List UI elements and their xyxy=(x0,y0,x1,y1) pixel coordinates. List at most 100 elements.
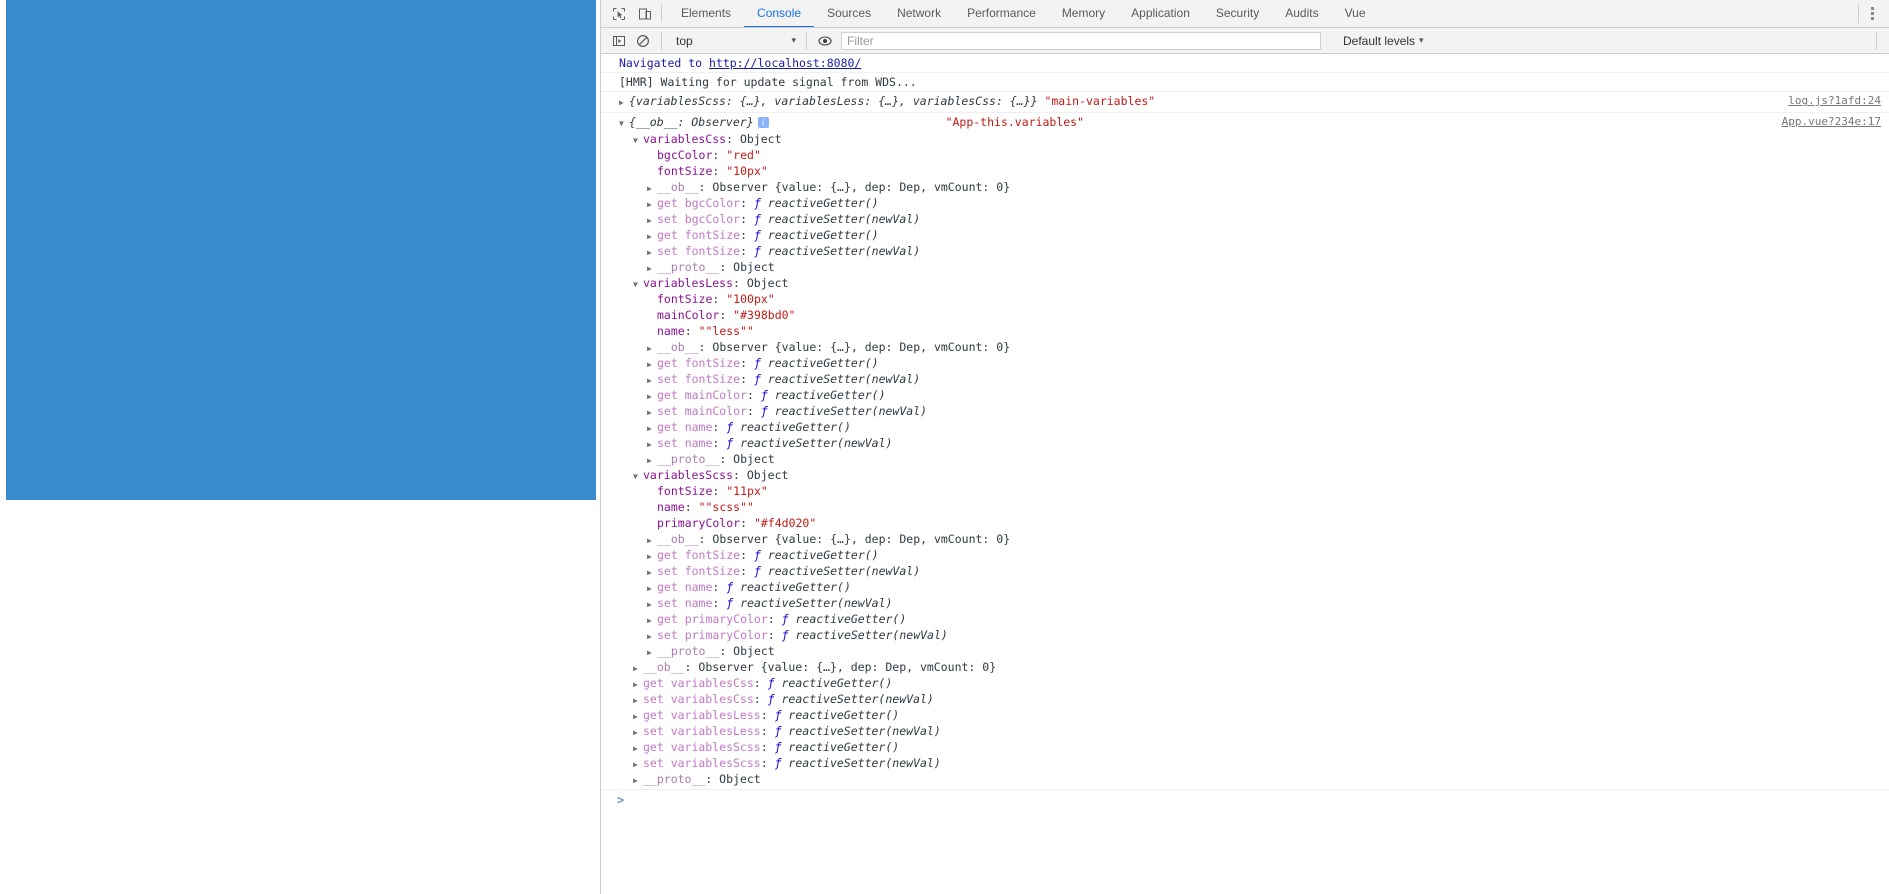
tab-sources[interactable]: Sources xyxy=(814,0,884,27)
tree-row[interactable]: ▶ get bgcColor: ƒ reactiveGetter() xyxy=(619,196,1889,212)
source-link[interactable]: App.vue?234e:17 xyxy=(1782,114,1889,130)
tree-row[interactable]: ▶ set variablesLess: ƒ reactiveSetter(new… xyxy=(619,724,1889,740)
expand-triangle-icon[interactable]: ▶ xyxy=(647,549,657,564)
tree-row[interactable]: ▶primaryColor: "#f4d020" xyxy=(619,516,1889,532)
expand-triangle-icon[interactable]: ▶ xyxy=(647,245,657,260)
expand-triangle-icon[interactable]: ▶ xyxy=(647,357,657,372)
tree-row[interactable]: ▶ set bgcColor: ƒ reactiveSetter(newVal) xyxy=(619,212,1889,228)
tab-console[interactable]: Console xyxy=(744,0,815,27)
expand-triangle-icon[interactable]: ▶ xyxy=(647,213,657,228)
tab-vue[interactable]: Vue xyxy=(1332,0,1379,27)
info-icon[interactable]: i xyxy=(757,117,769,128)
expand-triangle-icon[interactable]: ▶ xyxy=(647,597,657,612)
expand-triangle-icon[interactable]: ▶ xyxy=(633,757,643,772)
object-preview[interactable]: {__ob__: Observer} xyxy=(629,115,754,129)
collapse-triangle-icon[interactable]: ▼ xyxy=(619,116,629,132)
expand-triangle-icon[interactable]: ▶ xyxy=(647,645,657,660)
expand-triangle-icon[interactable]: ▶ xyxy=(619,95,629,111)
tree-row[interactable]: ▶fontSize: "10px" xyxy=(619,164,1889,180)
more-options-icon[interactable] xyxy=(1861,1,1883,27)
tree-row[interactable]: ▶ set variablesCss: ƒ reactiveSetter(newV… xyxy=(619,692,1889,708)
expand-triangle-icon[interactable]: ▶ xyxy=(647,533,657,548)
tab-security[interactable]: Security xyxy=(1203,0,1272,27)
tree-row[interactable]: ▼ variablesCss: Object xyxy=(619,132,1889,148)
tree-row[interactable]: ▶name: ""scss"" xyxy=(619,500,1889,516)
expand-triangle-icon[interactable]: ▶ xyxy=(647,197,657,212)
tree-row[interactable]: ▶ get variablesLess: ƒ reactiveGetter() xyxy=(619,708,1889,724)
tab-performance[interactable]: Performance xyxy=(954,0,1049,27)
expand-triangle-icon[interactable]: ▶ xyxy=(633,773,643,788)
tree-row[interactable]: ▶ get fontSize: ƒ reactiveGetter() xyxy=(619,548,1889,564)
clear-console-icon[interactable] xyxy=(635,33,651,49)
tree-row[interactable]: ▶ get mainColor: ƒ reactiveGetter() xyxy=(619,388,1889,404)
tree-row[interactable]: ▶ __proto__: Object xyxy=(619,644,1889,660)
tree-row[interactable]: ▶fontSize: "100px" xyxy=(619,292,1889,308)
tree-row[interactable]: ▶ set primaryColor: ƒ reactiveSetter(newV… xyxy=(619,628,1889,644)
expand-triangle-icon[interactable]: ▶ xyxy=(647,181,657,196)
tree-row[interactable]: ▶ __ob__: Observer {value: {…}, dep: Dep,… xyxy=(619,180,1889,196)
tree-row[interactable]: ▶ get name: ƒ reactiveGetter() xyxy=(619,580,1889,596)
tree-row[interactable]: ▶ set fontSize: ƒ reactiveSetter(newVal) xyxy=(619,564,1889,580)
expand-triangle-icon[interactable]: ▶ xyxy=(647,373,657,388)
tree-row[interactable]: ▶ get name: ƒ reactiveGetter() xyxy=(619,420,1889,436)
tree-row[interactable]: ▶ set fontSize: ƒ reactiveSetter(newVal) xyxy=(619,372,1889,388)
collapse-triangle-icon[interactable]: ▼ xyxy=(633,277,643,292)
console-log-area[interactable]: Navigated to http://localhost:8080/ [HMR… xyxy=(601,54,1889,894)
tree-row[interactable]: ▶ set variablesScss: ƒ reactiveSetter(new… xyxy=(619,756,1889,772)
tab-application[interactable]: Application xyxy=(1118,0,1203,27)
tree-row[interactable]: ▶ get fontSize: ƒ reactiveGetter() xyxy=(619,356,1889,372)
device-toolbar-icon[interactable] xyxy=(637,6,653,22)
expand-triangle-icon[interactable]: ▶ xyxy=(647,629,657,644)
expand-triangle-icon[interactable]: ▶ xyxy=(647,261,657,276)
expand-triangle-icon[interactable]: ▶ xyxy=(633,709,643,724)
console-filter-input[interactable] xyxy=(841,31,1321,50)
tree-row[interactable]: ▶ set fontSize: ƒ reactiveSetter(newVal) xyxy=(619,244,1889,260)
expand-triangle-icon[interactable]: ▶ xyxy=(633,693,643,708)
tree-row[interactable]: ▼ variablesScss: Object xyxy=(619,468,1889,484)
expand-triangle-icon[interactable]: ▶ xyxy=(647,437,657,452)
tree-row[interactable]: ▶bgcColor: "red" xyxy=(619,148,1889,164)
tree-row[interactable]: ▼ variablesLess: Object xyxy=(619,276,1889,292)
expand-triangle-icon[interactable]: ▶ xyxy=(647,421,657,436)
tree-row[interactable]: ▶ get primaryColor: ƒ reactiveGetter() xyxy=(619,612,1889,628)
expand-triangle-icon[interactable]: ▶ xyxy=(633,741,643,756)
expand-triangle-icon[interactable]: ▶ xyxy=(647,613,657,628)
expand-triangle-icon[interactable]: ▶ xyxy=(633,677,643,692)
expand-triangle-icon[interactable]: ▶ xyxy=(633,725,643,740)
tab-network[interactable]: Network xyxy=(884,0,954,27)
tree-row[interactable]: ▶ get variablesScss: ƒ reactiveGetter() xyxy=(619,740,1889,756)
tree-row[interactable]: ▶ __ob__: Observer {value: {…}, dep: Dep,… xyxy=(619,532,1889,548)
expand-triangle-icon[interactable]: ▶ xyxy=(633,661,643,676)
tree-row[interactable]: ▶ set name: ƒ reactiveSetter(newVal) xyxy=(619,436,1889,452)
tree-row[interactable]: ▶ __ob__: Observer {value: {…}, dep: Dep,… xyxy=(619,340,1889,356)
tree-row[interactable]: ▶ get variablesCss: ƒ reactiveGetter() xyxy=(619,676,1889,692)
live-expression-icon[interactable] xyxy=(817,33,833,49)
collapse-triangle-icon[interactable]: ▼ xyxy=(633,469,643,484)
inspect-element-icon[interactable] xyxy=(611,6,627,22)
expand-triangle-icon[interactable]: ▶ xyxy=(647,229,657,244)
tree-row[interactable]: ▶mainColor: "#398bd0" xyxy=(619,308,1889,324)
expand-triangle-icon[interactable]: ▶ xyxy=(647,341,657,356)
tree-row[interactable]: ▶ __proto__: Object xyxy=(619,452,1889,468)
collapse-triangle-icon[interactable]: ▼ xyxy=(633,133,643,148)
object-preview[interactable]: {variablesScss: {…}, variablesLess: {…},… xyxy=(629,94,1038,108)
console-prompt[interactable]: > xyxy=(601,790,1889,810)
tree-row[interactable]: ▶ __proto__: Object xyxy=(619,260,1889,276)
console-sidebar-icon[interactable] xyxy=(611,33,627,49)
tree-row[interactable]: ▶ __proto__: Object xyxy=(619,772,1889,788)
expand-triangle-icon[interactable]: ▶ xyxy=(647,581,657,596)
tree-row[interactable]: ▶fontSize: "11px" xyxy=(619,484,1889,500)
source-link[interactable]: log.js?1afd:24 xyxy=(1788,93,1889,109)
tree-row[interactable]: ▶ set mainColor: ƒ reactiveSetter(newVal) xyxy=(619,404,1889,420)
execution-context-select[interactable]: top ▾ xyxy=(672,34,796,48)
tree-row[interactable]: ▶name: ""less"" xyxy=(619,324,1889,340)
expand-triangle-icon[interactable]: ▶ xyxy=(647,389,657,404)
tab-audits[interactable]: Audits xyxy=(1272,0,1331,27)
tab-memory[interactable]: Memory xyxy=(1049,0,1118,27)
expand-triangle-icon[interactable]: ▶ xyxy=(647,453,657,468)
expand-triangle-icon[interactable]: ▶ xyxy=(647,405,657,420)
log-levels-select[interactable]: Default levels ▾ xyxy=(1343,34,1424,48)
expand-triangle-icon[interactable]: ▶ xyxy=(647,565,657,580)
tab-elements[interactable]: Elements xyxy=(668,0,744,27)
navigated-url-link[interactable]: http://localhost:8080/ xyxy=(709,56,861,70)
